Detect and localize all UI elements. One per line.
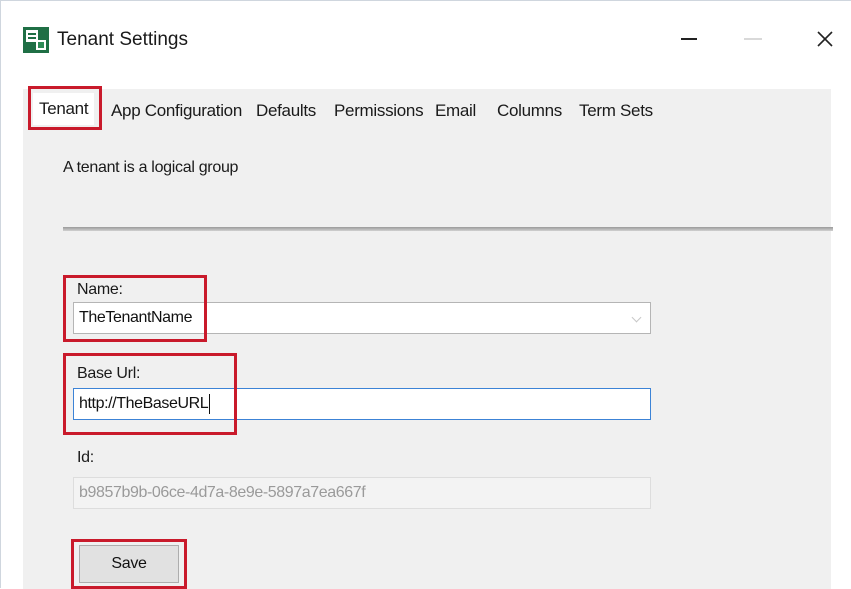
base-url-label: Base Url: xyxy=(77,365,141,382)
separator xyxy=(63,227,833,231)
dropdown-chevron-icon xyxy=(631,312,642,323)
minimize-icon xyxy=(681,38,697,40)
name-label: Name: xyxy=(77,281,123,298)
tab-strip: Tenant App Configuration Defaults Permis… xyxy=(23,89,831,132)
tenant-tab-panel xyxy=(23,131,831,589)
app-icon xyxy=(23,27,49,53)
tab-permissions[interactable]: Permissions xyxy=(334,98,424,124)
id-value: b9857b9b-06ce-4d7a-8e9e-5897a7ea667f xyxy=(79,484,366,501)
base-url-input[interactable]: http://TheBaseURL xyxy=(73,388,651,420)
id-label: Id: xyxy=(77,449,94,466)
tab-columns[interactable]: Columns xyxy=(497,98,562,124)
base-url-value: http://TheBaseURL xyxy=(79,395,209,412)
minimize-button[interactable] xyxy=(665,19,713,59)
tab-term-sets[interactable]: Term Sets xyxy=(579,98,653,124)
id-field: b9857b9b-06ce-4d7a-8e9e-5897a7ea667f xyxy=(73,477,651,509)
text-caret xyxy=(209,393,211,414)
tab-tenant[interactable]: Tenant xyxy=(33,93,95,125)
tenant-description: A tenant is a logical group xyxy=(63,159,239,176)
close-button[interactable] xyxy=(801,19,849,59)
window-title: Tenant Settings xyxy=(57,29,188,50)
title-bar[interactable]: Tenant Settings xyxy=(1,1,851,73)
tenant-settings-window: Tenant Settings Tenant App Configuration… xyxy=(0,0,851,589)
name-value: TheTenantName xyxy=(79,309,193,326)
maximize-button[interactable] xyxy=(729,19,777,59)
name-input[interactable]: TheTenantName xyxy=(73,302,651,334)
tab-defaults[interactable]: Defaults xyxy=(256,98,316,124)
tab-app-configuration[interactable]: App Configuration xyxy=(111,98,242,124)
close-icon xyxy=(817,31,833,47)
save-button[interactable]: Save xyxy=(79,545,179,583)
maximize-icon xyxy=(744,38,762,40)
tab-email[interactable]: Email xyxy=(435,98,476,124)
